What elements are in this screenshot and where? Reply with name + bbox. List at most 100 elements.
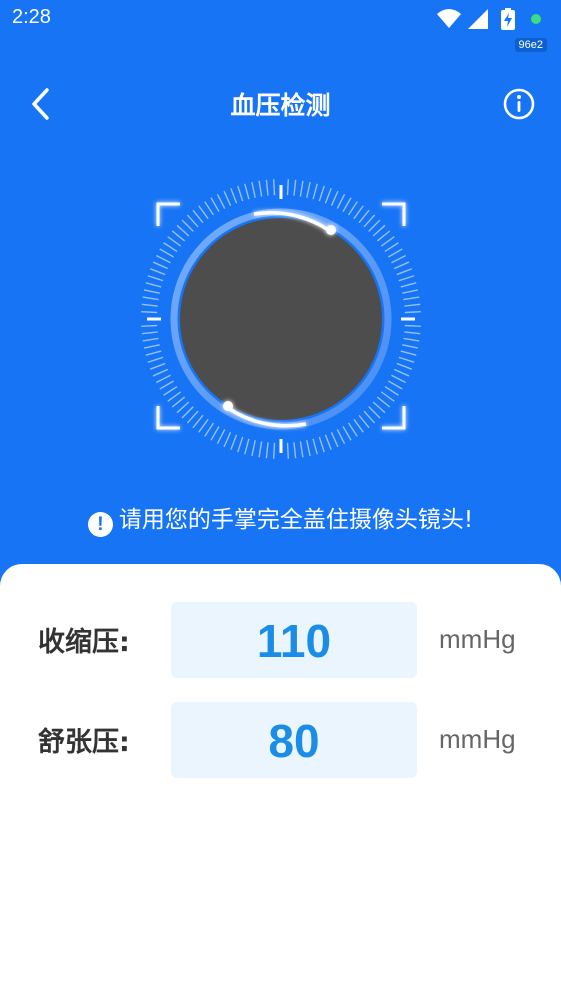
dial-tick: [141, 331, 158, 335]
dial-tick: [272, 179, 276, 196]
dial-tick: [159, 248, 174, 258]
dial-tick: [299, 441, 304, 458]
dial-tick: [403, 296, 420, 301]
dial-tick: [299, 180, 304, 197]
dial-tick: [237, 436, 244, 453]
dial-tick: [143, 289, 160, 294]
dial-tick: [336, 193, 346, 209]
dial-tick: [384, 385, 399, 396]
dial-tick: [171, 230, 186, 242]
dial-tick: [163, 385, 178, 396]
dial-tick: [216, 193, 226, 209]
dial-tick: [142, 296, 159, 301]
dial-tick: [176, 401, 190, 414]
info-button[interactable]: [499, 84, 539, 124]
dial-tick: [150, 268, 166, 276]
dial-tick: [186, 214, 199, 228]
page-title: 血压检测: [230, 91, 331, 120]
dial-tick: [347, 422, 358, 437]
camera-view: [180, 218, 382, 420]
dial-tick: [141, 324, 158, 328]
dial-tick: [181, 219, 194, 232]
dial-tick: [324, 434, 332, 450]
dial-tick: [216, 429, 226, 445]
app-header: 血压检测: [0, 72, 561, 136]
dial-tick: [155, 254, 171, 264]
dial-tick: [372, 224, 386, 237]
diastolic-row: 舒张压: 80 mmHg: [0, 702, 561, 778]
info-icon: [503, 88, 535, 120]
dial-tick: [265, 442, 269, 459]
dial-tick: [388, 380, 403, 390]
dial-tick: [400, 282, 417, 288]
dial-tick: [402, 344, 419, 349]
camera-preview: [136, 174, 426, 464]
dial-tick: [143, 344, 160, 349]
dial-tick: [159, 380, 174, 390]
dial-tick: [396, 362, 412, 370]
dial-tick: [272, 442, 276, 459]
status-bar: 2:28: [0, 0, 561, 38]
hint-text: 请用您的手掌完全盖住摄像头镜头!: [118, 507, 474, 533]
dial-tick: [192, 209, 204, 224]
dial-tick: [318, 185, 325, 202]
dial-tick: [210, 197, 220, 212]
dial-tick: [237, 185, 244, 202]
dial-tick: [380, 236, 395, 247]
dial-tick: [167, 391, 182, 402]
warning-icon: !: [87, 512, 113, 537]
signal-icon: [468, 9, 488, 29]
dial-tick: [142, 337, 159, 342]
dial-tick: [368, 406, 381, 419]
battery-charging-icon: [501, 8, 515, 30]
dial-tick: [286, 179, 290, 196]
dial-tick: [192, 414, 204, 429]
dial-tick: [145, 350, 162, 356]
dial-tick: [376, 396, 391, 408]
dial-tick: [312, 438, 318, 455]
dial-tick: [358, 414, 370, 429]
dial-tick: [155, 374, 171, 384]
dial-tick: [398, 356, 415, 363]
dial-tick: [330, 431, 339, 448]
dial-tick: [230, 188, 238, 204]
dial-tick: [141, 303, 158, 307]
dial-tick: [265, 179, 269, 196]
dial-tick: [251, 181, 256, 198]
dial-tick: [393, 368, 410, 377]
dial-tick: [141, 310, 158, 314]
dial-tick: [380, 391, 395, 402]
dial-tick: [363, 410, 376, 424]
dial-tick: [404, 324, 421, 328]
dial-tick: [402, 289, 419, 294]
dial-tick: [181, 406, 194, 419]
dial-tick: [306, 440, 311, 457]
dial-tick: [358, 209, 370, 224]
dial-tick: [152, 261, 169, 270]
dial-tick: [396, 268, 412, 276]
dial-tick: [223, 431, 232, 448]
dial-tick: [163, 242, 178, 253]
dial-tick: [150, 362, 166, 370]
debug-badge: 96e2: [514, 38, 547, 52]
dial-tick: [353, 418, 364, 433]
result-card: 收缩压: 110 mmHg 舒张压: 80 mmHg: [0, 564, 561, 999]
dial-tick: [403, 337, 420, 342]
dial-tick: [176, 224, 190, 237]
diastolic-unit: mmHg: [439, 724, 516, 754]
dial-tick: [204, 201, 215, 216]
systolic-value: 110: [171, 602, 417, 678]
dial-tick: [293, 442, 297, 459]
dial-tick: [376, 230, 391, 242]
systolic-label: 收缩压:: [38, 627, 130, 658]
dial-tick: [230, 434, 238, 450]
ring-marker-bottom: [223, 401, 233, 411]
dial-tick: [347, 201, 358, 216]
systolic-row: 收缩压: 110 mmHg: [0, 602, 561, 678]
dial-tick: [171, 396, 186, 408]
dial-tick: [167, 236, 182, 247]
diastolic-value: 80: [171, 702, 417, 778]
dial-tick: [336, 429, 346, 445]
dial-tick: [393, 261, 410, 270]
dial-tick: [372, 401, 386, 414]
